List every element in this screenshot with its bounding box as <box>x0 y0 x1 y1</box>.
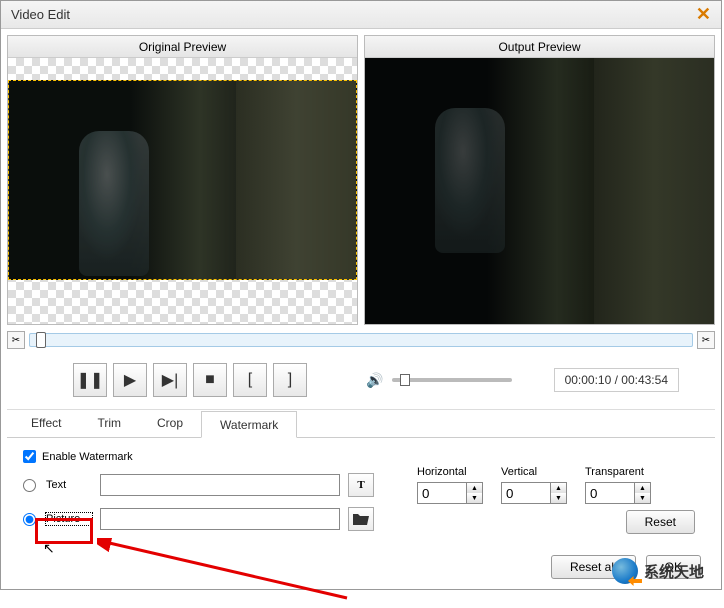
mark-in-button[interactable]: [ <box>233 363 267 397</box>
picture-input[interactable] <box>100 508 340 530</box>
text-input[interactable] <box>100 474 340 496</box>
browse-picture-button[interactable] <box>348 507 374 531</box>
cursor-icon: ↖ <box>43 540 55 557</box>
horizontal-label: Horizontal <box>417 466 483 478</box>
transparent-label: Transparent <box>585 466 651 478</box>
tab-crop[interactable]: Crop <box>139 410 201 437</box>
vertical-label: Vertical <box>501 466 567 478</box>
original-preview-label: Original Preview <box>8 36 357 58</box>
vertical-down[interactable]: ▼ <box>551 493 566 503</box>
annotation-arrow <box>97 538 357 608</box>
volume-icon[interactable]: 🔊 <box>366 372 383 389</box>
output-preview-label: Output Preview <box>365 36 714 58</box>
text-radio-label: Text <box>46 479 92 491</box>
scissors-left-icon[interactable]: ✂ <box>7 331 25 349</box>
folder-icon <box>352 512 370 526</box>
original-preview-body[interactable] <box>8 58 357 324</box>
vertical-up[interactable]: ▲ <box>551 483 566 493</box>
transparent-input[interactable] <box>585 482 635 504</box>
transparent-up[interactable]: ▲ <box>635 483 650 493</box>
timeline-track[interactable] <box>29 333 693 347</box>
horizontal-input[interactable] <box>417 482 467 504</box>
output-preview-body <box>365 58 714 324</box>
text-style-button[interactable]: T <box>348 473 374 497</box>
pause-button[interactable]: ❚❚ <box>73 363 107 397</box>
close-icon[interactable]: ✕ <box>696 4 711 25</box>
vertical-input[interactable] <box>501 482 551 504</box>
mark-out-button[interactable]: ] <box>273 363 307 397</box>
step-button[interactable]: ▶| <box>153 363 187 397</box>
output-preview-box: Output Preview <box>364 35 715 325</box>
enable-watermark-checkbox[interactable] <box>23 450 36 463</box>
timeline-thumb[interactable] <box>36 332 46 348</box>
picture-radio-label: Picture <box>46 513 92 525</box>
titlebar: Video Edit ✕ <box>1 1 721 29</box>
original-video-frame <box>8 80 357 280</box>
window-title: Video Edit <box>11 7 70 22</box>
brand-text: 系统天地 <box>644 561 704 582</box>
reset-button[interactable]: Reset <box>626 510 695 534</box>
horizontal-up[interactable]: ▲ <box>467 483 482 493</box>
play-button[interactable]: ▶ <box>113 363 147 397</box>
volume-slider[interactable] <box>392 378 512 382</box>
scissors-right-icon[interactable]: ✂ <box>697 331 715 349</box>
brand-watermark: 系统天地 <box>612 558 704 584</box>
volume-thumb[interactable] <box>400 374 410 386</box>
timecode-display: 00:00:10 / 00:43:54 <box>554 368 679 392</box>
original-preview-box: Original Preview <box>7 35 358 325</box>
picture-radio[interactable] <box>23 513 36 526</box>
horizontal-down[interactable]: ▼ <box>467 493 482 503</box>
text-radio[interactable] <box>23 479 36 492</box>
transparent-down[interactable]: ▼ <box>635 493 650 503</box>
playback-controls: ❚❚ ▶ ▶| ■ [ ] 🔊 00:00:10 / 00:43:54 <box>7 355 715 410</box>
tabs: Effect Trim Crop Watermark <box>7 410 715 438</box>
tab-watermark[interactable]: Watermark <box>201 411 297 438</box>
tab-effect[interactable]: Effect <box>13 410 79 437</box>
globe-icon <box>612 558 638 584</box>
enable-watermark-label: Enable Watermark <box>42 451 133 463</box>
tab-trim[interactable]: Trim <box>79 410 139 437</box>
stop-button[interactable]: ■ <box>193 363 227 397</box>
